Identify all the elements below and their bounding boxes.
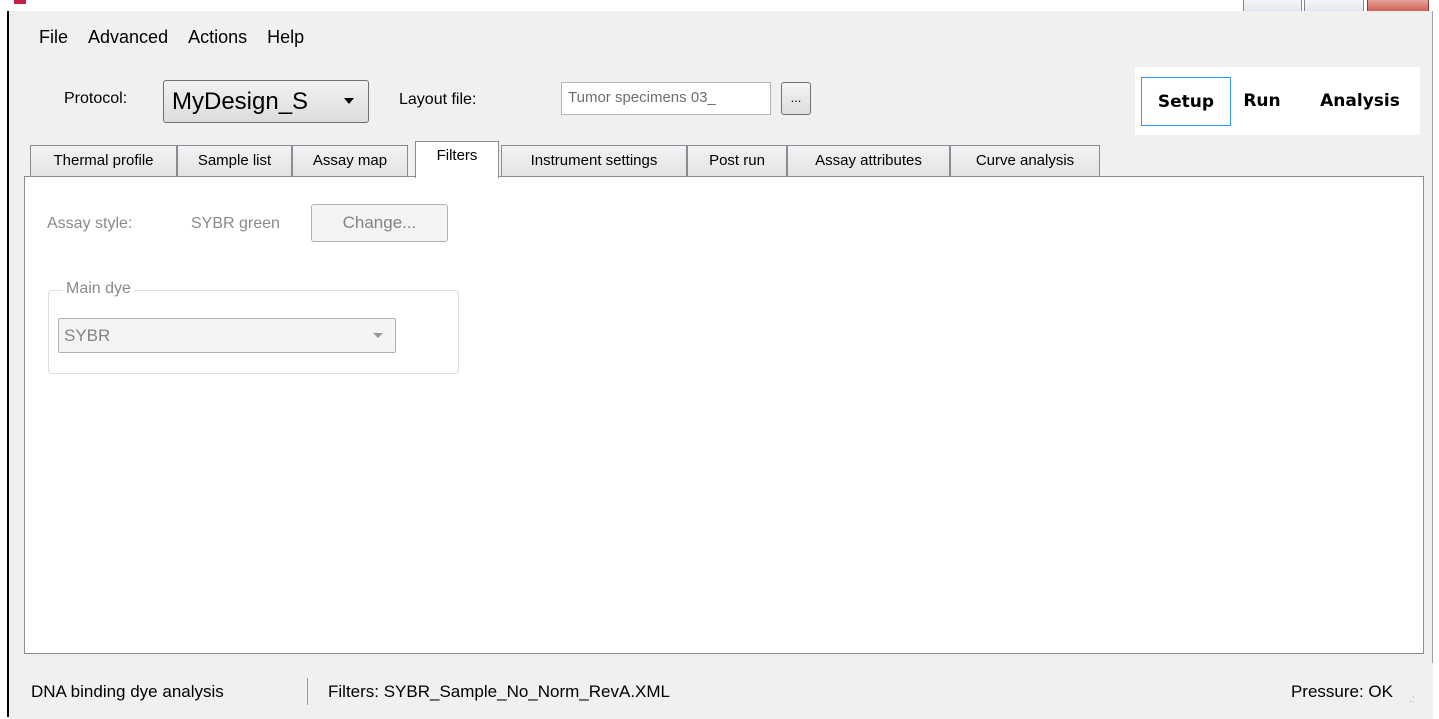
tab-assay-map[interactable]: Assay map xyxy=(292,145,408,177)
layout-file-label: Layout file: xyxy=(399,91,477,108)
status-bar: DNA binding dye analysis Filters: SYBR_S… xyxy=(9,663,1433,719)
menu-file[interactable]: File xyxy=(30,22,78,52)
protocol-value: MyDesign_S xyxy=(172,87,309,115)
tab-instrument-settings[interactable]: Instrument settings xyxy=(501,145,687,177)
protocol-dropdown[interactable]: MyDesign_S xyxy=(163,80,369,123)
mode-switch: Setup Run Analysis xyxy=(1135,67,1420,135)
tab-assay-attributes[interactable]: Assay attributes xyxy=(787,145,950,177)
main-dye-group: Main dye SYBR xyxy=(48,280,459,374)
menu-actions[interactable]: Actions xyxy=(178,22,257,52)
mode-run-button[interactable]: Run xyxy=(1237,77,1287,126)
assay-style-label: Assay style: xyxy=(47,215,133,232)
tab-sample-list[interactable]: Sample list xyxy=(177,145,292,177)
chevron-down-icon xyxy=(344,98,354,104)
protocol-label: Protocol: xyxy=(64,90,128,107)
main-dye-select[interactable]: SYBR xyxy=(58,318,396,353)
change-assay-style-button[interactable]: Change... xyxy=(311,204,448,242)
tab-filters[interactable]: Filters xyxy=(415,141,499,178)
resize-grip-icon[interactable]: .: xyxy=(1409,695,1419,705)
assay-style-value: SYBR green xyxy=(191,215,280,232)
menu-advanced[interactable]: Advanced xyxy=(78,22,178,52)
mode-setup-button[interactable]: Setup xyxy=(1141,77,1231,126)
status-pressure: Pressure: OK xyxy=(1290,682,1393,701)
main-dye-value: SYBR xyxy=(64,326,111,345)
mode-analysis-button[interactable]: Analysis xyxy=(1305,77,1415,126)
filters-panel: Assay style: SYBR green Change... Main d… xyxy=(24,176,1424,654)
layout-file-field[interactable]: Tumor specimens 03_ xyxy=(561,82,771,115)
status-analysis-type: DNA binding dye analysis xyxy=(31,682,224,701)
tab-curve-analysis[interactable]: Curve analysis xyxy=(950,145,1100,177)
chevron-down-icon xyxy=(373,333,383,338)
app-icon xyxy=(14,0,26,4)
status-divider xyxy=(307,678,308,705)
menu-help[interactable]: Help xyxy=(257,22,314,52)
tab-thermal-profile[interactable]: Thermal profile xyxy=(30,145,177,177)
menu-bar: File Advanced Actions Help xyxy=(30,22,314,52)
tab-post-run[interactable]: Post run xyxy=(687,145,787,177)
browse-button[interactable]: ... xyxy=(781,82,811,115)
status-filters-file: Filters: SYBR_Sample_No_Norm_RevA.XML xyxy=(328,682,671,701)
main-dye-legend: Main dye xyxy=(63,280,134,298)
